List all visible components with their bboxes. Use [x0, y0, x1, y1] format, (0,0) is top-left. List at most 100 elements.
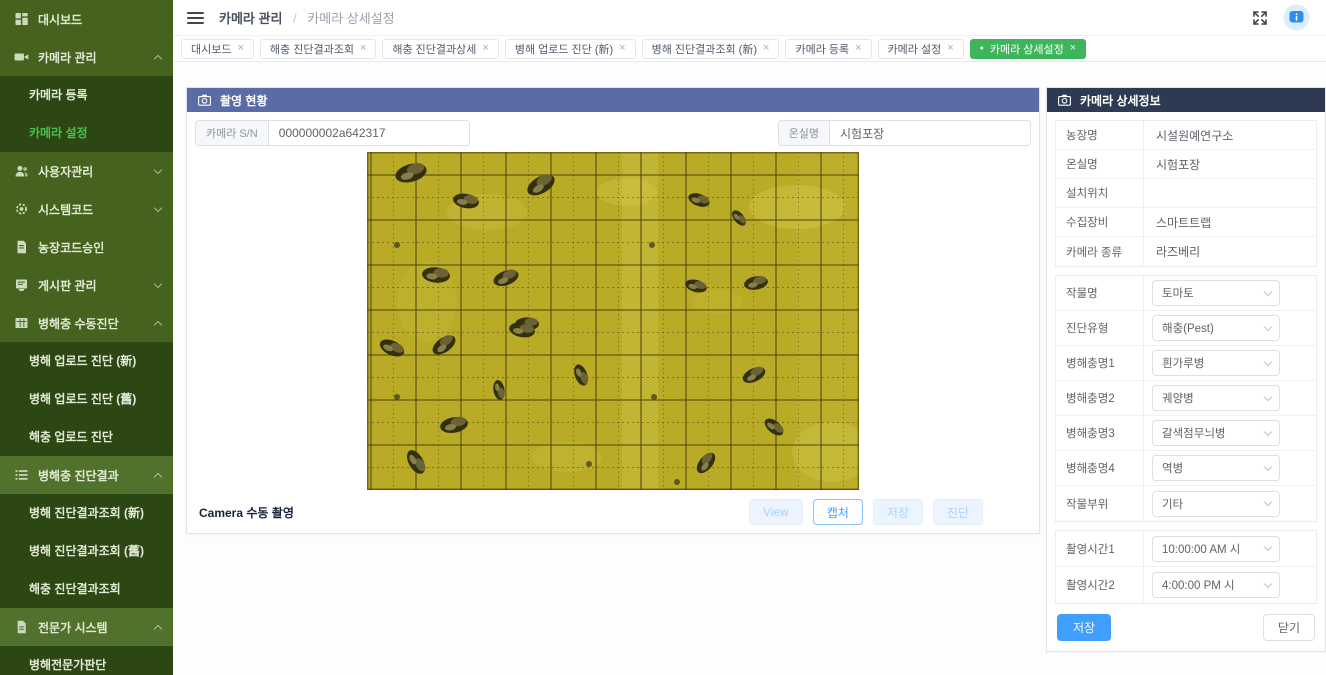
- sidebar-item-system-code[interactable]: 시스템코드: [0, 190, 173, 228]
- sidebar-item-label: 병해충 수동진단: [38, 315, 155, 332]
- field-label: 진단유형: [1056, 311, 1144, 345]
- tab-close-icon[interactable]: ×: [360, 43, 366, 54]
- sidebar-item-pest-results[interactable]: 해충 진단결과조회: [0, 570, 173, 608]
- field-label: 수집장비: [1056, 208, 1144, 236]
- capture-button[interactable]: 캡처: [813, 499, 863, 525]
- breadcrumb-separator: /: [293, 11, 297, 26]
- field-value: 흰가루병: [1144, 346, 1316, 380]
- chevron-down-icon: [1264, 357, 1272, 365]
- selected-value: 역병: [1162, 460, 1183, 476]
- tab-disease-upload-diagnosis-new[interactable]: ●병해 업로드 진단 (新)×: [505, 39, 636, 59]
- tab-close-icon[interactable]: ×: [855, 43, 861, 54]
- sidebar-item-disease-expert-judgment[interactable]: 병해전문가판단: [0, 646, 173, 675]
- selected-value: 해충(Pest): [1162, 320, 1214, 336]
- diagnosis-type-select[interactable]: 해충(Pest): [1152, 315, 1280, 341]
- sidebar-item-diagnosis-results[interactable]: 병해충 진단결과: [0, 456, 173, 494]
- tab-pest-diagnosis-results[interactable]: ●해충 진단결과조회×: [260, 39, 376, 59]
- field-value: 갈색점무늬병: [1144, 416, 1316, 450]
- crop-name-select[interactable]: 토마토: [1152, 280, 1280, 306]
- detail-panel-header: 카메라 상세정보: [1047, 88, 1325, 112]
- dashboard-icon: [14, 12, 29, 26]
- tab-pest-diagnosis-detail[interactable]: ●해충 진단결과상세×: [382, 39, 498, 59]
- trap-photo-wrap: [195, 152, 1031, 490]
- pest-name4-select[interactable]: 역병: [1152, 455, 1280, 481]
- field-value: 스마트트랩: [1144, 208, 1316, 236]
- sidebar-item-label: 대시보드: [38, 11, 161, 28]
- select-row: 진단유형 해충(Pest): [1056, 311, 1316, 346]
- tab-camera-register[interactable]: ●카메라 등록×: [785, 39, 871, 59]
- field-value: 기타: [1144, 486, 1316, 521]
- content-area: 촬영 현황 카메라 S/N 온실명: [173, 62, 1326, 675]
- detail-close-button[interactable]: 닫기: [1263, 614, 1315, 641]
- sidebar-item-disease-results-old[interactable]: 병해 진단결과조회 (舊): [0, 532, 173, 570]
- capture-panel-title: 촬영 현황: [220, 92, 268, 109]
- trap-photo: [367, 152, 859, 490]
- capture-time1-select[interactable]: 10:00:00 AM 시: [1152, 536, 1280, 562]
- sidebar-item-label: 전문가 시스템: [38, 619, 155, 636]
- document-icon: [14, 240, 29, 254]
- crop-part-select[interactable]: 기타: [1152, 491, 1280, 517]
- detail-panel-body: 농장명시설원예연구소온실명시험포장설치위치수집장비스마트트랩카메라 종류라즈베리…: [1047, 112, 1325, 651]
- hamburger-menu-icon[interactable]: [187, 12, 204, 24]
- sidebar-item-expert-system[interactable]: 전문가 시스템: [0, 608, 173, 646]
- sidebar-item-camera-register[interactable]: 카메라 등록: [0, 76, 173, 114]
- sidebar-item-user-management[interactable]: 사용자관리: [0, 152, 173, 190]
- camera-sn-label: 카메라 S/N: [196, 121, 269, 145]
- field-value: 10:00:00 AM 시: [1144, 531, 1316, 566]
- sidebar-item-farm-code-approval[interactable]: 농장코드승인: [0, 228, 173, 266]
- value-text: 시설원예연구소: [1156, 127, 1233, 144]
- sidebar-item-dashboard[interactable]: 대시보드: [0, 0, 173, 38]
- capture-time-table: 촬영시간110:00:00 AM 시촬영시간24:00:00 PM 시: [1055, 530, 1317, 604]
- sidebar-item-camera-management[interactable]: 카메라 관리: [0, 38, 173, 76]
- sidebar-item-disease-results-new[interactable]: 병해 진단결과조회 (新): [0, 494, 173, 532]
- sidebar-item-label: 카메라 관리: [38, 49, 155, 66]
- tab-disease-diagnosis-results-new[interactable]: ●병해 진단결과조회 (新)×: [642, 39, 780, 59]
- tab-close-icon[interactable]: ×: [482, 43, 488, 54]
- field-label: 촬영시간1: [1056, 531, 1144, 566]
- chevron-up-icon: [154, 472, 162, 480]
- tab-close-icon[interactable]: ×: [237, 43, 243, 54]
- sidebar-item-board-management[interactable]: 게시판 관리: [0, 266, 173, 304]
- tab-camera-settings[interactable]: ●카메라 설정×: [878, 39, 964, 59]
- field-label: 병해충명1: [1056, 346, 1144, 380]
- sidebar-item-disease-upload-old[interactable]: 병해 업로드 진단 (舊): [0, 380, 173, 418]
- diagnose-button[interactable]: 진단: [933, 499, 983, 525]
- pest-name3-select[interactable]: 갈색점무늬병: [1152, 420, 1280, 446]
- tab-label: 해충 진단결과조회: [270, 41, 354, 57]
- breadcrumb: 카메라 관리 / 카메라 상세설정: [219, 8, 1252, 27]
- capture-time2-select[interactable]: 4:00:00 PM 시: [1152, 572, 1280, 598]
- field-label: 병해충명3: [1056, 416, 1144, 450]
- save-button[interactable]: 저장: [873, 499, 923, 525]
- tab-camera-detail-settings[interactable]: ●카메라 상세설정×: [970, 39, 1087, 59]
- view-button[interactable]: View: [749, 499, 803, 525]
- list-icon: [14, 468, 29, 482]
- sidebar-item-camera-settings[interactable]: 카메라 설정: [0, 114, 173, 152]
- pest-name2-select[interactable]: 궤양병: [1152, 385, 1280, 411]
- tab-close-icon[interactable]: ×: [947, 43, 953, 54]
- sidebar-submenu: 병해 업로드 진단 (新)병해 업로드 진단 (舊)해충 업로드 진단: [0, 342, 173, 456]
- tab-close-icon[interactable]: ×: [1070, 43, 1076, 54]
- camera-sn-input[interactable]: [269, 121, 469, 145]
- app-root: 대시보드카메라 관리카메라 등록카메라 설정사용자관리시스템코드농장코드승인게시…: [0, 0, 1326, 675]
- value-text: 스마트트랩: [1156, 214, 1211, 231]
- capture-input-row: 카메라 S/N 온실명: [195, 120, 1031, 146]
- pest-name1-select[interactable]: 흰가루병: [1152, 350, 1280, 376]
- field-label: 농장명: [1056, 121, 1144, 149]
- tab-close-icon[interactable]: ×: [763, 43, 769, 54]
- select-row: 작물명토마토: [1056, 276, 1316, 311]
- camera-icon: [1058, 94, 1071, 106]
- capture-panel-body: 카메라 S/N 온실명 Camera 수동 촬영 View캡처저장진단: [187, 112, 1039, 533]
- tab-close-icon[interactable]: ×: [619, 43, 625, 54]
- sidebar-item-disease-upload-new[interactable]: 병해 업로드 진단 (新): [0, 342, 173, 380]
- fullscreen-icon[interactable]: [1252, 10, 1268, 26]
- detail-save-button[interactable]: 저장: [1057, 614, 1111, 641]
- camera-icon: [14, 50, 29, 64]
- chat-info-icon[interactable]: [1283, 4, 1310, 31]
- tab-dashboard[interactable]: ●대시보드×: [181, 39, 254, 59]
- sidebar-item-manual-diagnosis[interactable]: 병해충 수동진단: [0, 304, 173, 342]
- field-value: 토마토: [1144, 276, 1316, 310]
- greenhouse-input[interactable]: [830, 121, 1030, 145]
- breadcrumb-parent[interactable]: 카메라 관리: [219, 11, 282, 26]
- chevron-down-icon: [1264, 322, 1272, 330]
- sidebar-item-pest-upload[interactable]: 해충 업로드 진단: [0, 418, 173, 456]
